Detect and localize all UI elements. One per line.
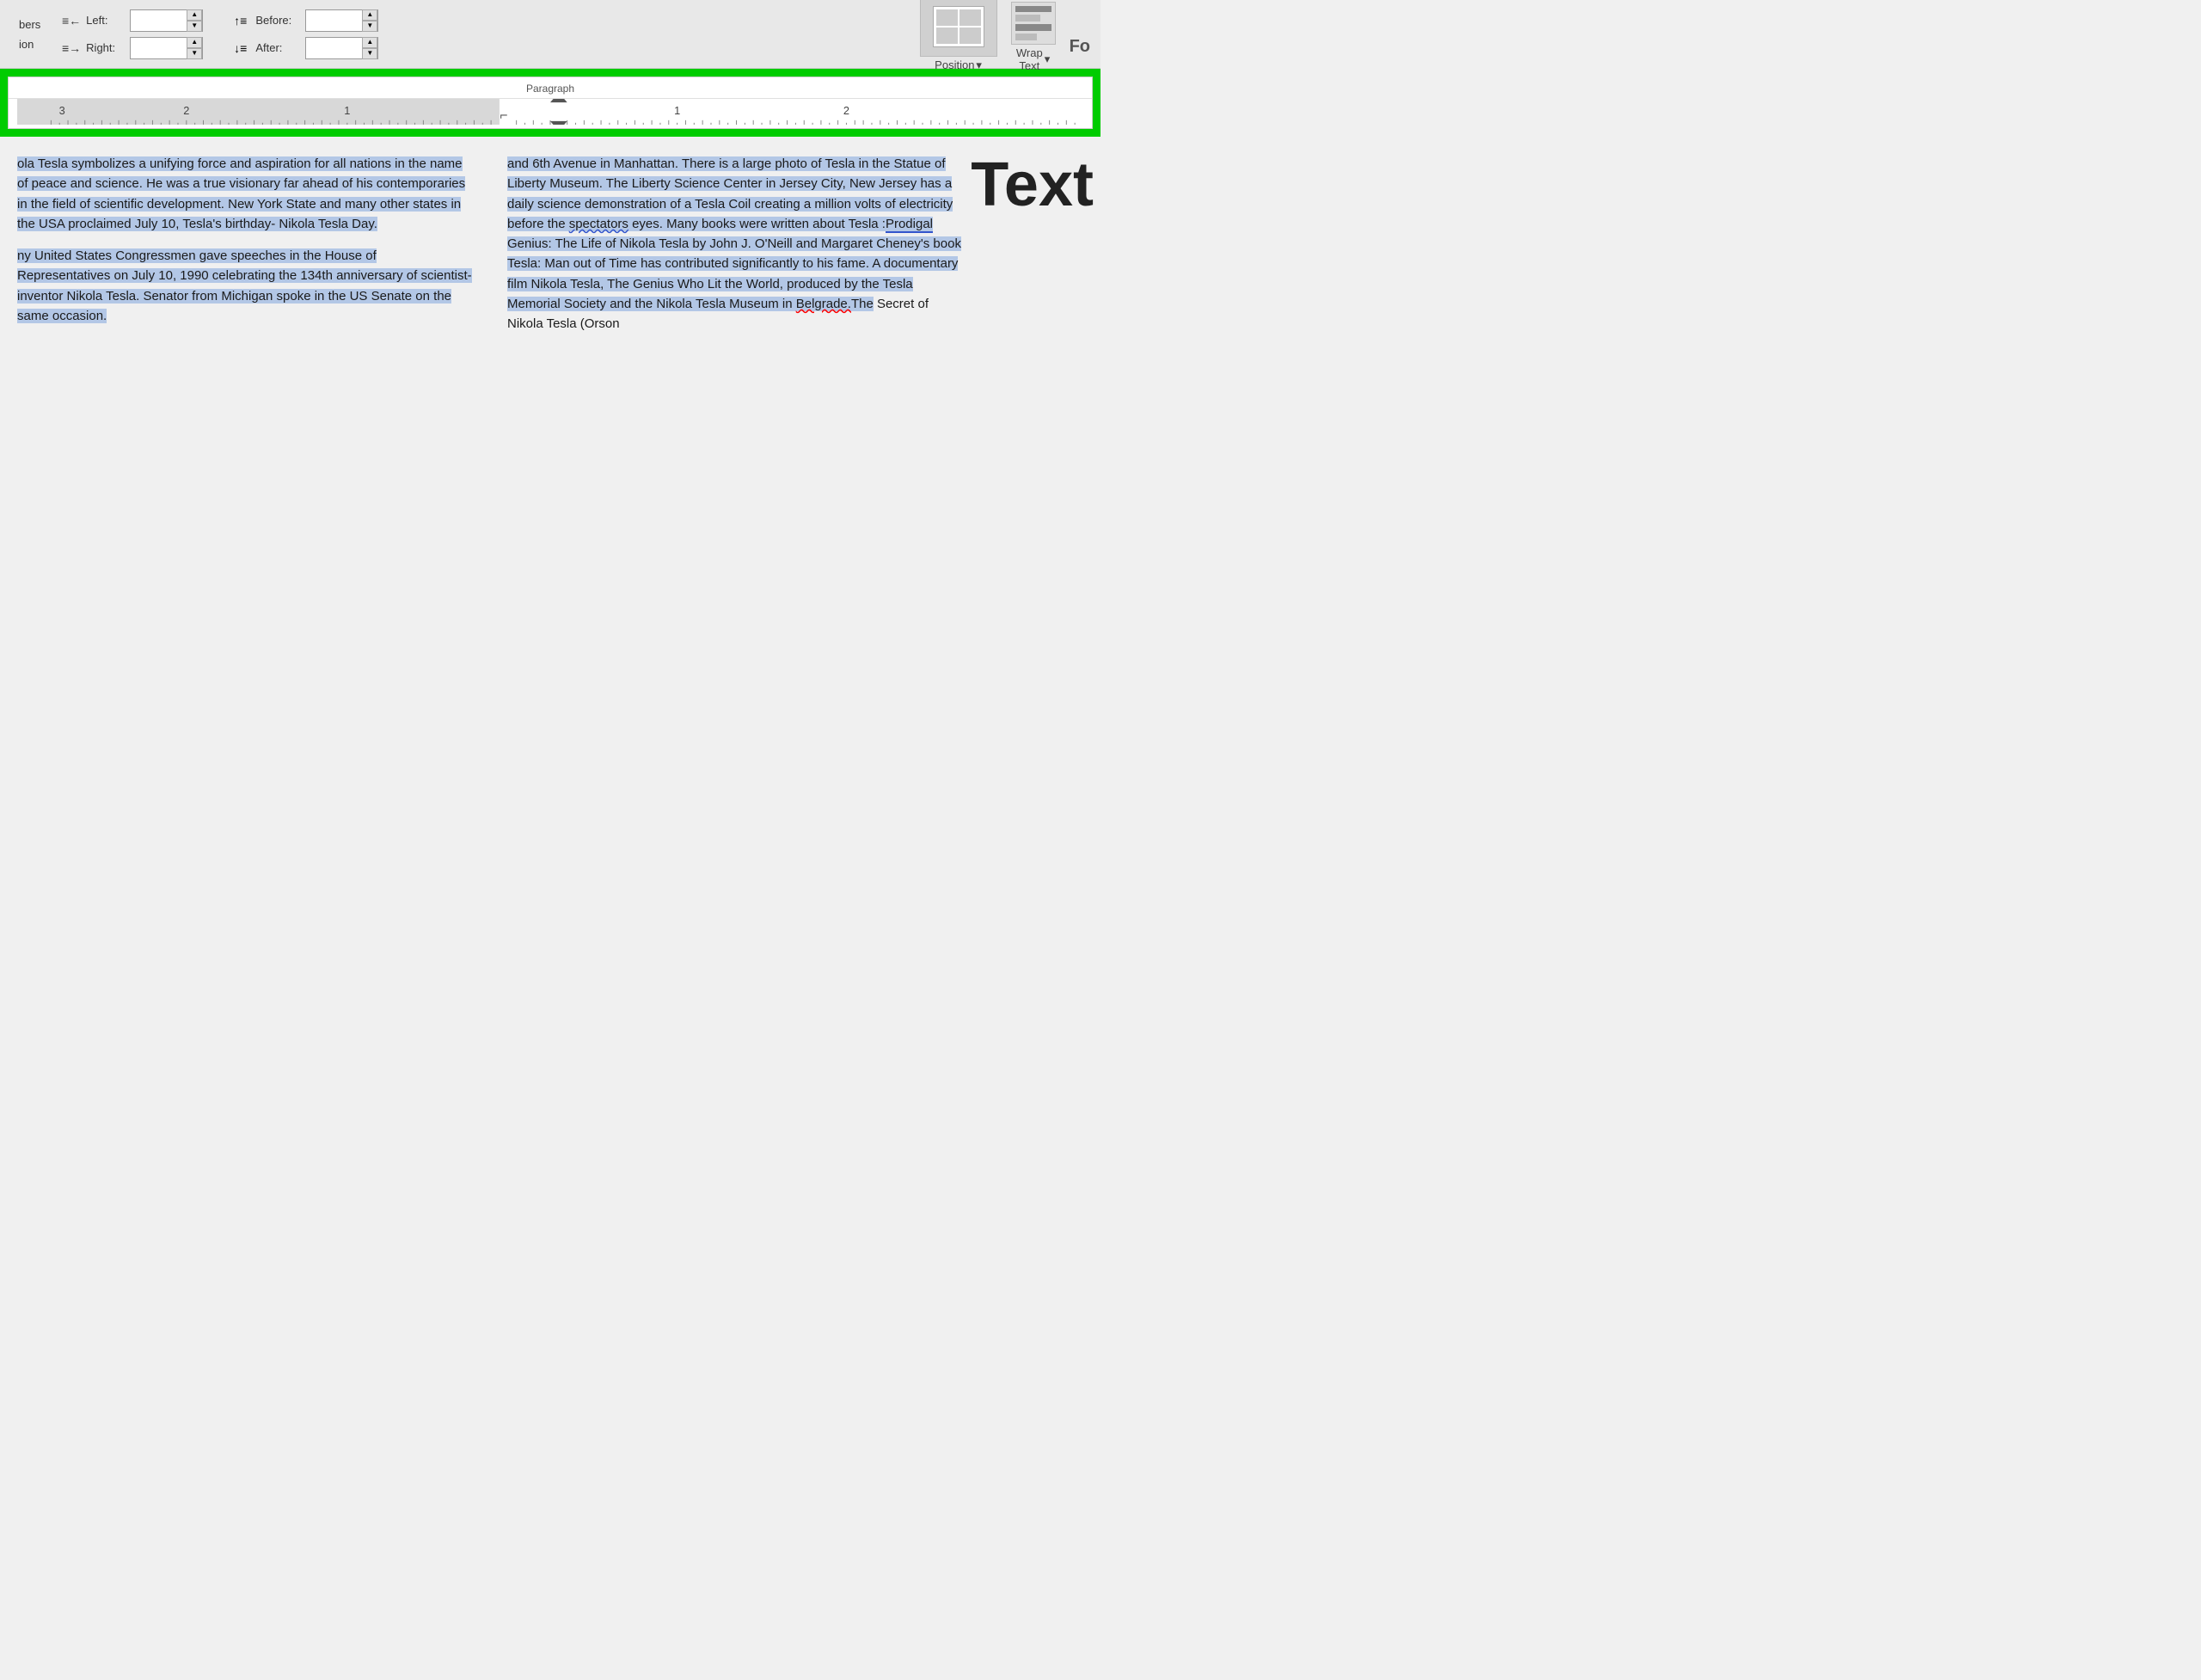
spacing-controls: ↑≡ Before: 0 pt ▲ ▼ ↓≡ After: 8 pt ▲ ▼ [234,9,378,59]
left-p1-selected: ola Tesla symbolizes a unifying force an… [17,156,465,231]
ruler-label: Paragraph [9,81,1092,99]
left-indent-up[interactable]: ▲ [187,9,202,21]
right-indent-up[interactable]: ▲ [187,37,202,48]
before-label: Before: [255,14,300,27]
ion-label: ion [19,38,34,51]
right-indent-icon: ≡→ [62,41,81,55]
svg-text:2: 2 [183,104,189,117]
svg-text:1: 1 [674,104,680,117]
ruler-wrapper: Paragraph [8,77,1093,129]
toolbar-left-labels: bers ion [10,7,45,61]
document-area: ola Tesla symbolizes a unifying force an… [0,137,1100,346]
svg-text:3: 3 [59,104,65,117]
pos-cell-1 [936,9,958,26]
wrap-text-label-row: WrapText ▾ [1016,46,1050,72]
ruler: 3 2 1 ⌐ 1 2 [9,99,1092,125]
right-belgrade: Belgrade. [796,297,851,311]
ruler-container: Paragraph [0,69,1100,137]
after-icon: ↓≡ [234,41,247,55]
svg-text:⌐: ⌐ [500,108,507,123]
wrap-text-icon [1011,2,1056,45]
left-doc-text: ola Tesla symbolizes a unifying force an… [17,154,473,326]
after-buttons: ▲ ▼ [362,37,377,59]
left-indent-spinner[interactable]: 0" ▲ ▼ [130,9,203,32]
left-p2-selected: ny United States Congressmen gave speech… [17,248,472,323]
wrap-line-4 [1015,34,1037,40]
position-label-row: Position ▾ [935,58,982,72]
right-indent-row: ≡→ Right: 0" ▲ ▼ [62,37,203,59]
position-wrap-area: Position ▾ WrapText ▾ Fo [920,0,1090,72]
position-icon-inner [933,6,984,47]
right-doc-text: and 6th Avenue in Manhattan. There is a … [507,154,963,334]
right-indent-down[interactable]: ▼ [187,48,202,59]
after-spinner[interactable]: 8 pt ▲ ▼ [305,37,378,59]
position-button[interactable]: Position ▾ [920,0,997,72]
text-big-label: Text [971,154,1094,216]
left-indent-row: ≡← Left: 0" ▲ ▼ [62,9,203,32]
right-panel-text: Text [980,154,1100,346]
before-spinner[interactable]: 0 pt ▲ ▼ [305,9,378,32]
right-prodigal: Prodigal [886,217,933,233]
position-icon [920,0,997,57]
left-indent-buttons: ▲ ▼ [187,9,202,32]
wrap-text-button[interactable]: WrapText ▾ [1011,2,1056,72]
left-indent-down[interactable]: ▼ [187,21,202,32]
indent-controls: ≡← Left: 0" ▲ ▼ ≡→ Right: 0" ▲ ▼ [62,9,203,59]
pos-cell-4 [959,28,981,44]
wrap-line-3 [1015,24,1051,31]
left-paragraph-2: ny United States Congressmen gave speech… [17,246,473,326]
after-label: After: [255,41,300,54]
right-indent-input[interactable]: 0" [131,38,187,58]
right-p1-part3: Genius: The Life of Nikola Tesla by John… [507,236,961,311]
left-indent-input[interactable]: 0" [131,10,187,31]
after-spacing-row: ↓≡ After: 8 pt ▲ ▼ [234,37,378,59]
left-indent-label: Left: [86,14,125,27]
before-down[interactable]: ▼ [362,21,377,32]
wrap-text-label: WrapText [1016,46,1043,72]
left-column: ola Tesla symbolizes a unifying force an… [0,154,490,346]
after-down[interactable]: ▼ [362,48,377,59]
ruler-svg: 3 2 1 ⌐ 1 2 [17,99,1083,125]
wrap-line-1 [1015,6,1051,13]
right-indent-buttons: ▲ ▼ [187,37,202,59]
left-paragraph-1: ola Tesla symbolizes a unifying force an… [17,154,473,234]
svg-text:2: 2 [843,104,849,117]
right-the: The [851,297,874,311]
before-spacing-row: ↑≡ Before: 0 pt ▲ ▼ [234,9,378,32]
after-up[interactable]: ▲ [362,37,377,48]
before-input[interactable]: 0 pt [306,10,362,31]
wrap-line-2 [1015,15,1040,21]
wrap-text-dropdown-arrow: ▾ [1045,52,1051,66]
right-indent-label: Right: [86,41,125,54]
pos-cell-2 [959,9,981,26]
svg-text:1: 1 [344,104,350,117]
bers-label: bers [19,18,40,31]
before-icon: ↑≡ [234,14,247,28]
fo-label: Fo [1070,37,1090,57]
before-buttons: ▲ ▼ [362,9,377,32]
fo-label-area: Fo [1070,37,1090,72]
position-wrap-row: Position ▾ WrapText ▾ Fo [920,0,1090,72]
before-up[interactable]: ▲ [362,9,377,21]
left-indent-icon: ≡← [62,14,81,28]
right-p1-part2: eyes. Many books were written about Tesl… [628,217,886,231]
after-input[interactable]: 8 pt [306,38,362,58]
right-column: and 6th Avenue in Manhattan. There is a … [490,154,980,346]
right-spectators: spectators [569,217,628,231]
position-dropdown-arrow: ▾ [976,58,982,72]
right-paragraph-1: and 6th Avenue in Manhattan. There is a … [507,154,963,334]
position-label: Position [935,58,974,71]
pos-cell-3 [936,28,958,44]
toolbar: bers ion ≡← Left: 0" ▲ ▼ ≡→ Right: 0" ▲ [0,0,1100,69]
right-indent-spinner[interactable]: 0" ▲ ▼ [130,37,203,59]
